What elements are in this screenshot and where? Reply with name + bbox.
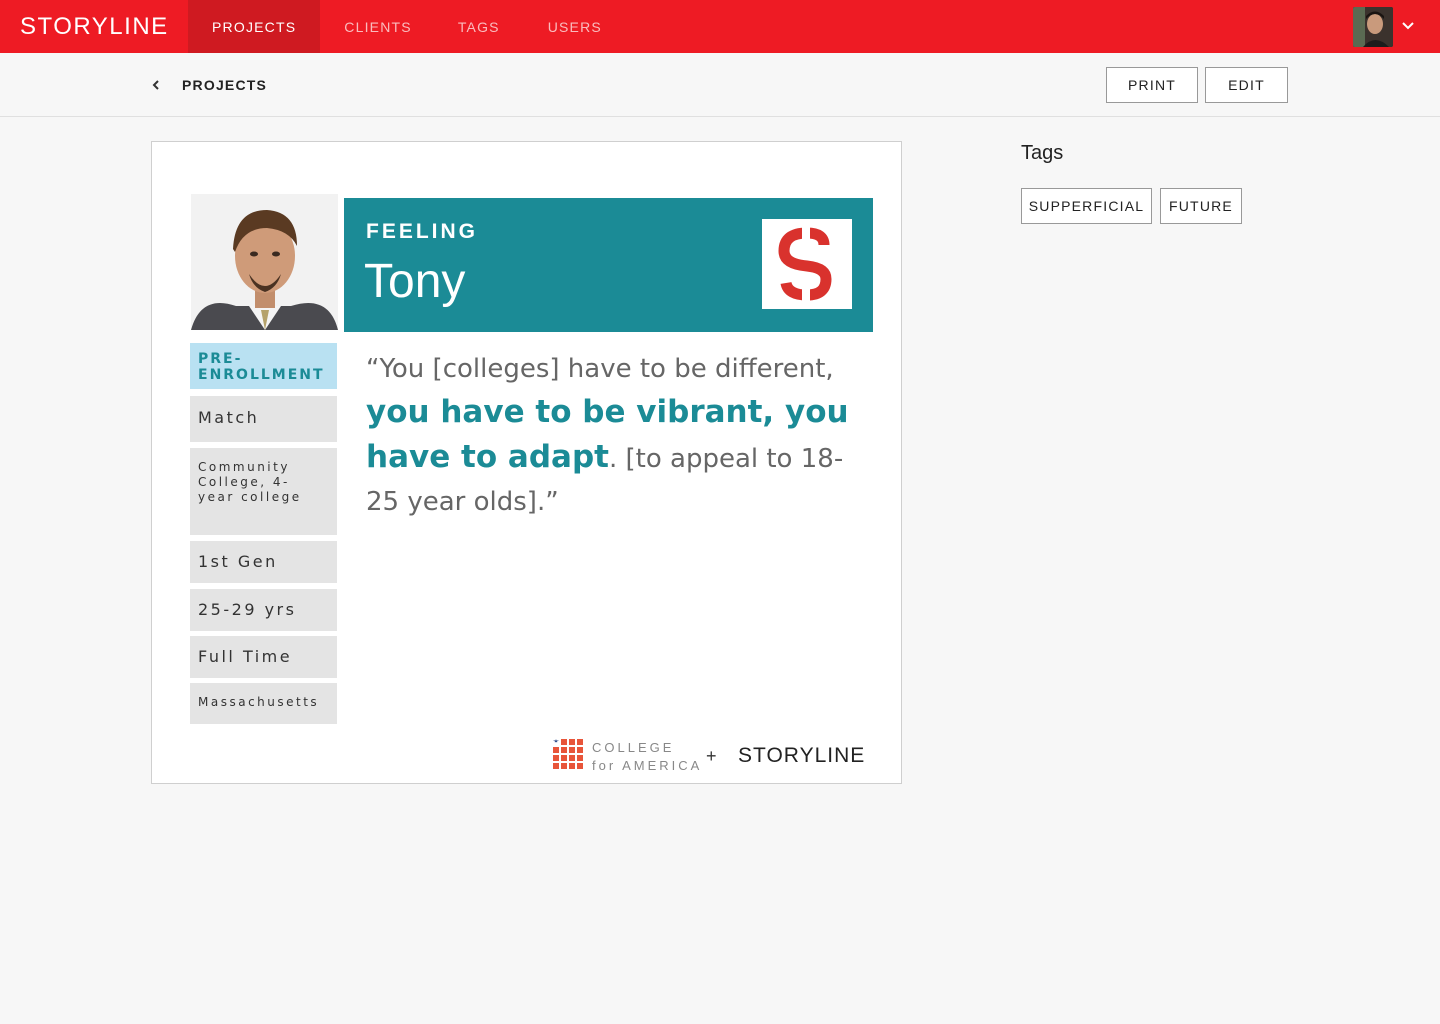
persona-banner: FEELING Tony — [344, 198, 873, 332]
persona-attribute: 1st Gen — [190, 541, 337, 583]
persona-attribute: Match — [190, 396, 337, 442]
storyline-logo[interactable]: STORYLINE — [20, 13, 169, 41]
persona-photo — [191, 194, 338, 330]
storyline-wordmark: STORYLINE — [738, 744, 866, 767]
plus-sign: + — [706, 746, 717, 766]
persona-attribute: Full Time — [190, 636, 337, 678]
top-navigation-bar: STORYLINE PROJECTS CLIENTS TAGS USERS — [0, 0, 1440, 53]
nav-item-users[interactable]: USERS — [524, 0, 626, 53]
edit-button[interactable]: EDIT — [1205, 67, 1288, 103]
nav-item-clients[interactable]: CLIENTS — [320, 0, 434, 53]
quote-lead: “You [colleges] have to be different, — [366, 354, 834, 384]
sub-header: PROJECTS PRINT EDIT — [0, 53, 1440, 117]
persona-heading: FEELING — [366, 220, 479, 243]
chevron-left-icon[interactable] — [148, 77, 164, 93]
user-avatar[interactable] — [1353, 7, 1393, 47]
tags-heading: Tags — [1021, 142, 1064, 164]
persona-attribute: 25-29 yrs — [190, 589, 337, 631]
tag-chip-supperficial[interactable]: SUPPERFICIAL — [1021, 188, 1152, 224]
nav-item-tags[interactable]: TAGS — [434, 0, 524, 53]
persona-quote: “You [colleges] have to be different, yo… — [366, 348, 866, 524]
chevron-down-icon[interactable] — [1400, 18, 1416, 34]
main-nav: PROJECTS CLIENTS TAGS USERS — [188, 0, 626, 53]
persona-card-image: FEELING Tony PRE- ENROLLMENT Match Commu… — [151, 141, 902, 784]
card-footer-logos: COLLEGE for AMERICA + STORYLINE — [552, 738, 882, 778]
college-for-america-text: COLLEGE for AMERICA — [592, 740, 703, 773]
persona-stage-label: PRE- ENROLLMENT — [190, 343, 337, 389]
tag-chip-future[interactable]: FUTURE — [1160, 188, 1242, 224]
nav-item-projects[interactable]: PROJECTS — [188, 0, 321, 53]
persona-name: Tony — [364, 255, 466, 308]
print-button[interactable]: PRINT — [1106, 67, 1198, 103]
persona-attribute: Community College, 4- year college — [190, 448, 337, 535]
college-for-america-icon — [553, 739, 583, 769]
breadcrumb[interactable]: PROJECTS — [182, 77, 267, 93]
persona-attribute: Massachusetts — [190, 683, 337, 724]
storyline-s-icon — [762, 219, 852, 309]
